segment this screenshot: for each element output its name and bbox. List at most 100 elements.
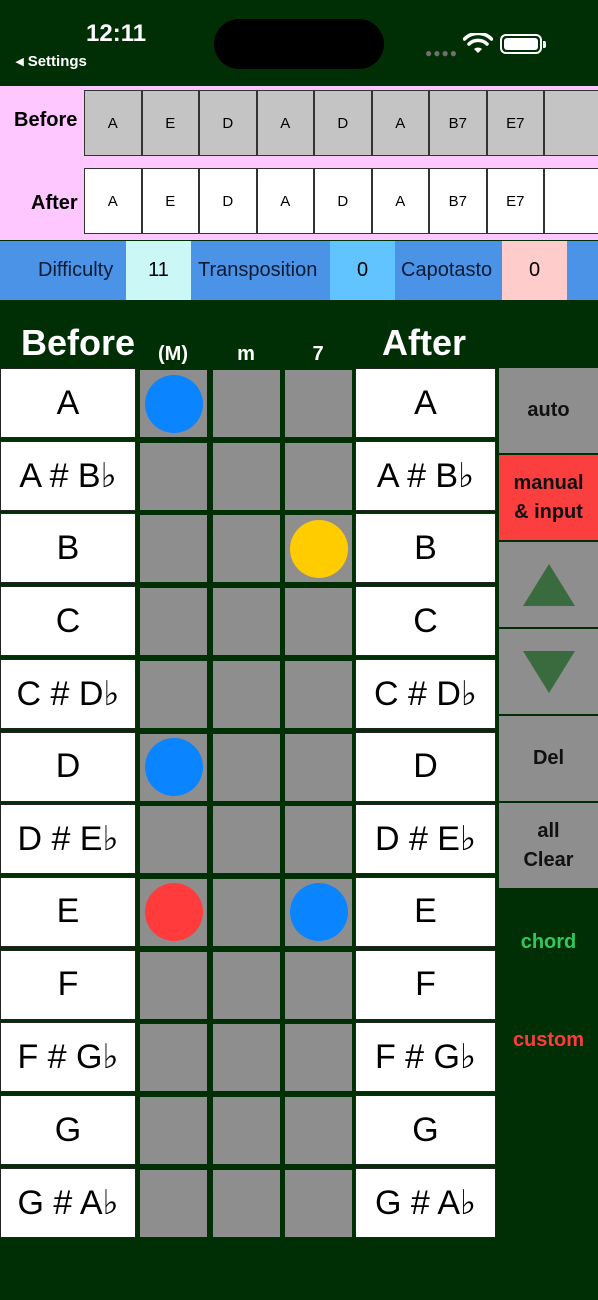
chord-marker[interactable] xyxy=(144,883,203,942)
chord-quality-cell[interactable] xyxy=(213,660,280,728)
transpose-down-button[interactable] xyxy=(499,629,598,714)
sequence-after-cell[interactable]: A xyxy=(256,168,314,234)
chord-quality-cell[interactable] xyxy=(140,660,207,728)
chord-quality-cell[interactable] xyxy=(213,1097,280,1164)
sequence-after-cell[interactable]: B7 xyxy=(429,168,487,234)
chord-quality-cell[interactable] xyxy=(213,806,280,874)
chord-quality-cell[interactable] xyxy=(285,806,352,874)
chord-quality-cell[interactable] xyxy=(285,1169,352,1237)
after-note-cell[interactable]: D xyxy=(355,731,496,802)
sequence-after-cell[interactable]: A xyxy=(84,168,142,234)
before-note-cell[interactable]: F # G♭ xyxy=(0,1022,136,1093)
column-minor-header: m xyxy=(237,343,255,365)
sequence-after-cell[interactable]: E7 xyxy=(486,168,544,234)
manual-input-button[interactable]: manual & input xyxy=(499,455,598,540)
chord-quality-cell[interactable] xyxy=(140,951,207,1019)
chord-quality-cell[interactable] xyxy=(140,442,207,510)
chord-quality-cell[interactable] xyxy=(285,442,352,510)
chord-marker[interactable] xyxy=(144,374,203,433)
chord-quality-cell[interactable] xyxy=(285,370,352,437)
sequence-before-cell[interactable]: E xyxy=(141,90,199,156)
chord-quality-cell[interactable] xyxy=(140,588,207,656)
sequence-after-cell[interactable]: D xyxy=(199,168,257,234)
before-note-cell[interactable]: A # B♭ xyxy=(0,440,136,511)
chord-quality-cell[interactable] xyxy=(213,588,280,656)
before-note-cell[interactable]: D # E♭ xyxy=(0,804,136,875)
sequence-before-cell[interactable]: D xyxy=(199,90,257,156)
auto-button[interactable]: auto xyxy=(499,368,598,453)
chord-marker[interactable] xyxy=(144,738,203,796)
sequence-after-cell[interactable] xyxy=(544,168,598,234)
sequence-before-cell[interactable]: B7 xyxy=(429,90,487,156)
chord-mode-label[interactable]: chord xyxy=(499,931,598,954)
chord-quality-cell[interactable] xyxy=(140,1024,207,1092)
after-note-cell[interactable]: D # E♭ xyxy=(355,804,496,875)
sequence-after-row: A E D A D A B7 E7 xyxy=(84,168,598,234)
chord-quality-cell[interactable] xyxy=(213,878,280,946)
chord-marker[interactable] xyxy=(289,519,348,578)
chord-quality-cell[interactable] xyxy=(213,370,280,437)
chord-quality-cell[interactable] xyxy=(213,515,280,583)
chord-quality-cell[interactable] xyxy=(213,733,280,801)
wifi-icon xyxy=(463,33,493,53)
sequence-before-cell[interactable]: A xyxy=(84,90,142,156)
chord-quality-cell[interactable] xyxy=(285,1024,352,1092)
after-note-cell[interactable]: G # A♭ xyxy=(355,1167,496,1238)
capotasto-label: Capotasto xyxy=(401,259,493,281)
before-note-cell[interactable]: D xyxy=(0,731,136,802)
capotasto-value[interactable]: 0 xyxy=(502,241,567,300)
transpose-up-button[interactable] xyxy=(499,542,598,627)
before-note-cell[interactable]: F xyxy=(0,949,136,1020)
chord-quality-cell[interactable] xyxy=(285,951,352,1019)
back-to-settings-link[interactable]: ◂ Settings xyxy=(16,52,87,70)
before-note-cell[interactable]: C # D♭ xyxy=(0,658,136,729)
after-note-cell[interactable]: C # D♭ xyxy=(355,658,496,729)
sequence-after-cell[interactable]: D xyxy=(314,168,372,234)
before-note-cell[interactable]: B xyxy=(0,513,136,584)
chord-quality-cell[interactable] xyxy=(213,442,280,510)
sequence-before-cell[interactable]: E7 xyxy=(486,90,544,156)
chord-quality-cell[interactable] xyxy=(213,1169,280,1237)
chord-quality-cell[interactable] xyxy=(140,1169,207,1237)
after-note-cell[interactable]: A xyxy=(355,368,496,438)
before-note-cell[interactable]: G # A♭ xyxy=(0,1167,136,1238)
chord-quality-cell[interactable] xyxy=(213,951,280,1019)
before-note-cell[interactable]: G xyxy=(0,1095,136,1165)
after-note-cell[interactable]: C xyxy=(355,586,496,657)
column-seventh-header: 7 xyxy=(312,343,324,365)
custom-mode-label[interactable]: custom xyxy=(499,1029,598,1052)
after-note-cell[interactable]: F # G♭ xyxy=(355,1022,496,1093)
chord-quality-cell[interactable] xyxy=(213,1024,280,1092)
chord-quality-cell[interactable] xyxy=(140,515,207,583)
chord-quality-cell[interactable] xyxy=(140,806,207,874)
before-note-cell[interactable]: A xyxy=(0,368,136,438)
chord-quality-cell[interactable] xyxy=(285,588,352,656)
chord-quality-cell[interactable] xyxy=(285,660,352,728)
chord-quality-cell[interactable] xyxy=(285,1097,352,1164)
sequence-after-cell[interactable]: A xyxy=(371,168,429,234)
delete-button[interactable]: Del xyxy=(499,716,598,801)
after-note-cell[interactable]: A # B♭ xyxy=(355,440,496,511)
chord-marker[interactable] xyxy=(289,883,348,942)
after-note-cell[interactable]: B xyxy=(355,513,496,584)
status-time: 12:11 xyxy=(86,20,147,47)
sequence-before-cell[interactable]: A xyxy=(371,90,429,156)
all-clear-label: all Clear xyxy=(523,819,574,871)
before-note-cell[interactable]: C xyxy=(0,586,136,657)
after-note-cell[interactable]: E xyxy=(355,876,496,947)
sequence-after-cell[interactable]: E xyxy=(141,168,199,234)
chord-quality-cell[interactable] xyxy=(140,1097,207,1164)
after-note-cell[interactable]: G xyxy=(355,1095,496,1165)
before-note-cell[interactable]: E xyxy=(0,876,136,947)
triangle-up-icon xyxy=(522,563,575,606)
after-note-cell[interactable]: F xyxy=(355,949,496,1020)
sequence-after-label: After xyxy=(31,192,78,214)
sequence-before-cell[interactable]: A xyxy=(256,90,314,156)
manual-input-label: manual & input xyxy=(513,471,584,523)
chord-quality-cell[interactable] xyxy=(285,733,352,801)
sequence-before-cell[interactable]: D xyxy=(314,90,372,156)
status-bar: 12:11 ◂ Settings ●●●● xyxy=(0,0,598,85)
sequence-before-cell[interactable] xyxy=(544,90,598,156)
all-clear-button[interactable]: all Clear xyxy=(499,803,598,888)
transposition-value[interactable]: 0 xyxy=(330,241,395,300)
